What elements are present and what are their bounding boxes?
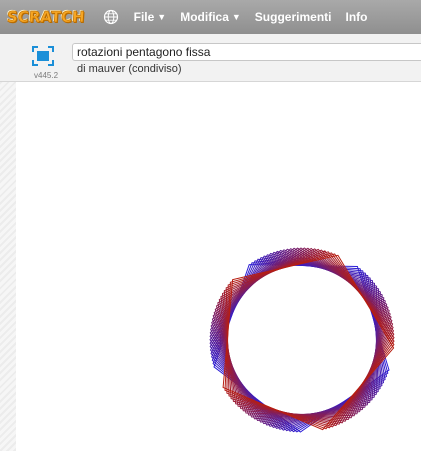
chevron-down-icon: ▼ [157,12,167,22]
menu-file[interactable]: File ▼ [134,10,167,24]
scratch-logo[interactable]: SCRATCH [3,5,88,29]
menu-info[interactable]: Info [345,10,367,24]
stage-side-strip [0,82,16,451]
menu-suggerimenti-label: Suggerimenti [254,10,332,24]
fullscreen-button[interactable] [31,45,55,67]
menu-suggerimenti[interactable]: Suggerimenti [255,10,332,24]
menu-file-label: File [133,10,155,24]
project-title-input[interactable] [72,43,421,61]
globe-icon[interactable] [102,8,120,26]
menu-modifica-label: Modifica [180,10,229,24]
version-label: v445.2 [34,71,59,80]
chevron-down-icon: ▼ [231,12,241,22]
menu-info-label: Info [345,10,368,24]
menu-bar: SCRATCH File ▼ Modifica ▼ Suggerimenti I… [0,0,421,34]
pen-drawing [209,247,395,433]
stage[interactable] [16,82,421,451]
fullscreen-icon [32,46,54,66]
menu-modifica[interactable]: Modifica ▼ [180,10,241,24]
project-author: di mauver (condiviso) [77,63,182,75]
